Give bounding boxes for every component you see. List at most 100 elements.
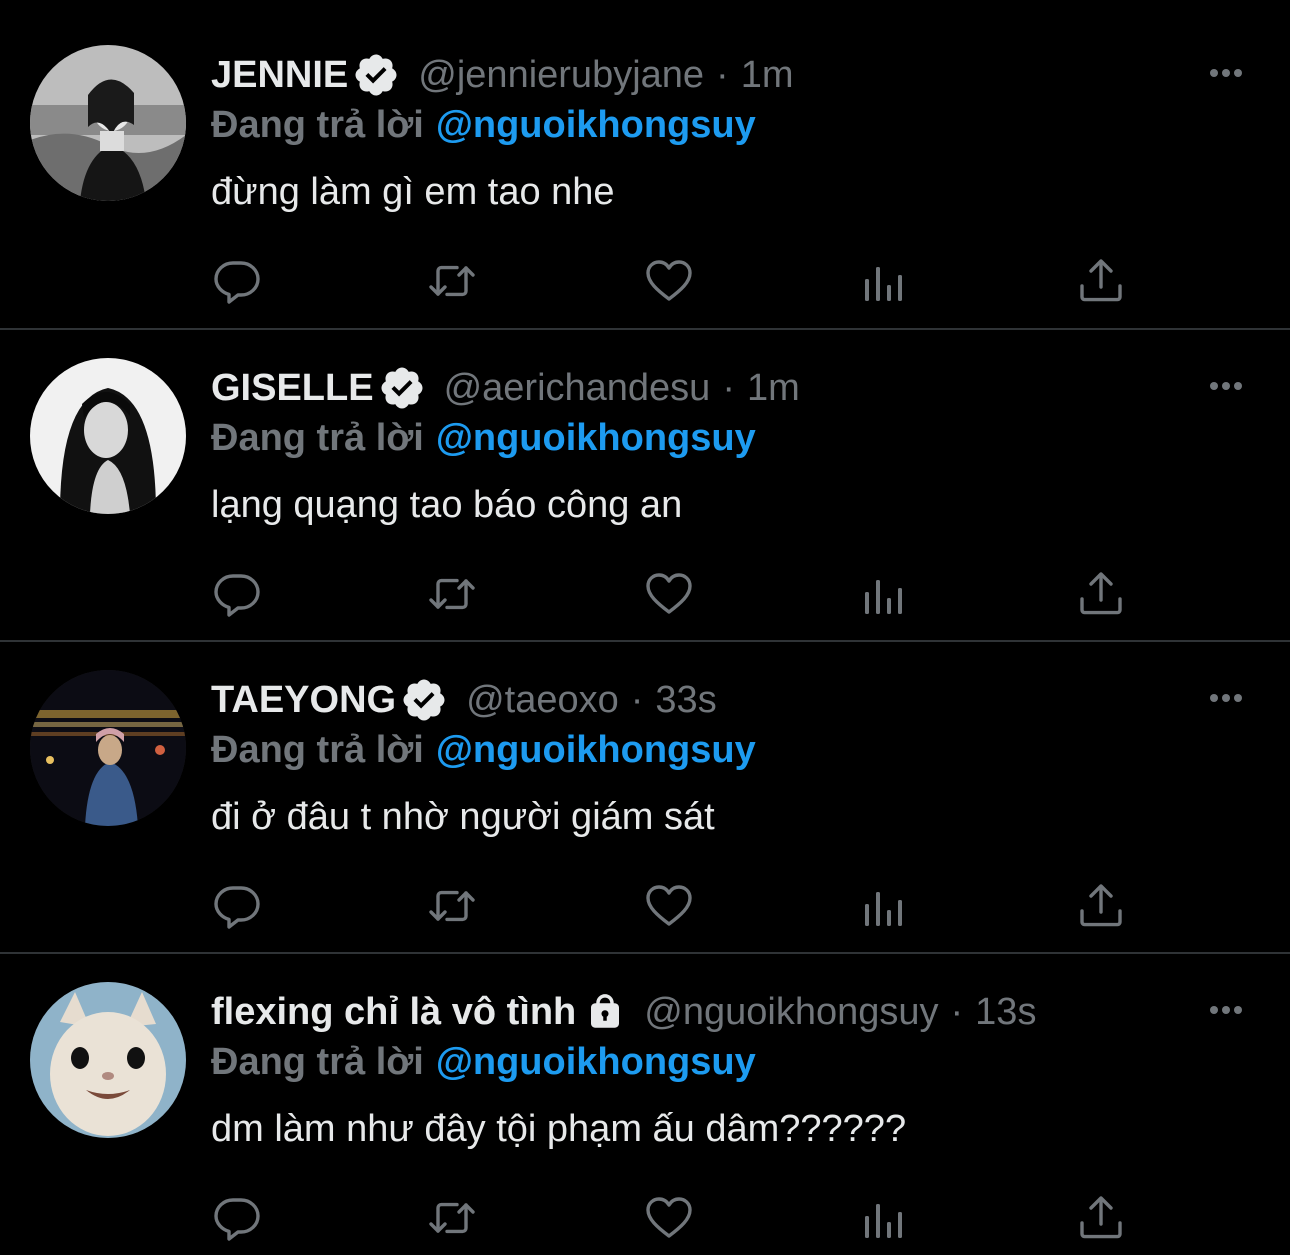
tweet-text: dm làm như đây tội phạm ấu dâm?????? (211, 1108, 907, 1150)
reply-icon (214, 574, 260, 617)
like-button[interactable] (644, 570, 694, 618)
user-handle[interactable]: @jennierubyjane (418, 52, 704, 98)
verified-icon (352, 51, 400, 99)
reply-feed: JENNIE @jennierubyjane · 1m Đang trả lời… (0, 0, 1290, 1255)
avatar[interactable] (30, 982, 186, 1138)
heart-icon (646, 260, 692, 301)
display-name[interactable]: JENNIE (211, 52, 348, 98)
replying-label: Đang trả lời (211, 417, 424, 459)
tweet-header: TAEYONG @taeoxo · 33s (211, 677, 717, 723)
avatar-image (30, 982, 186, 1138)
avatar-image (30, 45, 186, 201)
tweet-text: đi ở đâu t nhờ người giám sát (211, 796, 715, 838)
avatar[interactable] (30, 45, 186, 201)
replying-to: Đang trả lời @nguoikhongsuy (211, 102, 756, 148)
mention-link[interactable]: @nguoikhongsuy (436, 417, 756, 459)
share-button[interactable] (1076, 257, 1126, 305)
user-handle[interactable]: @nguoikhongsuy (644, 989, 938, 1035)
tweet-header: GISELLE @aerichandesu · 1m (211, 365, 800, 411)
retweet-button[interactable] (427, 257, 477, 305)
mention-link[interactable]: @nguoikhongsuy (436, 729, 756, 771)
more-icon[interactable] (1202, 55, 1250, 91)
tweet-header: flexing chỉ là vô tình @nguoikhongsuy · … (211, 989, 1036, 1035)
more-icon[interactable] (1202, 992, 1250, 1028)
replying-to: Đang trả lời @nguoikhongsuy (211, 727, 756, 773)
views-button[interactable] (860, 882, 910, 930)
action-bar (212, 1194, 1132, 1242)
retweet-icon (429, 265, 475, 297)
retweet-icon (429, 890, 475, 922)
verified-icon (378, 364, 426, 412)
avatar-image (30, 358, 186, 514)
replying-to: Đang trả lời @nguoikhongsuy (211, 415, 756, 461)
share-button[interactable] (1076, 1194, 1126, 1242)
views-button[interactable] (860, 257, 910, 305)
retweet-button[interactable] (427, 570, 477, 618)
replying-label: Đang trả lời (211, 1041, 424, 1083)
mention-link[interactable]: @nguoikhongsuy (436, 104, 756, 146)
timestamp[interactable]: 1m (747, 365, 800, 411)
views-button[interactable] (860, 1194, 910, 1242)
analytics-icon (865, 1204, 902, 1238)
user-handle[interactable]: @aerichandesu (444, 365, 711, 411)
separator: · (716, 54, 729, 96)
tweet-text: đừng làm gì em tao nhe (211, 171, 615, 213)
separator: · (630, 679, 644, 721)
separator: · (722, 367, 735, 409)
display-name[interactable]: flexing chỉ là vô tình (211, 989, 576, 1035)
avatar[interactable] (30, 670, 186, 826)
analytics-icon (865, 892, 902, 926)
lock-icon (584, 991, 626, 1033)
reply-icon (214, 1198, 260, 1241)
reply-icon (214, 886, 260, 929)
more-icon[interactable] (1202, 680, 1250, 716)
analytics-icon (865, 580, 902, 614)
tweet[interactable]: TAEYONG @taeoxo · 33s Đang trả lời @nguoi… (0, 642, 1290, 954)
reply-button[interactable] (212, 882, 262, 930)
user-handle[interactable]: @taeoxo (466, 677, 619, 723)
retweet-icon (429, 1202, 475, 1234)
reply-button[interactable] (212, 570, 262, 618)
share-icon (1080, 1196, 1122, 1239)
tweet[interactable]: flexing chỉ là vô tình @nguoikhongsuy · … (0, 954, 1290, 1255)
analytics-icon (865, 267, 902, 301)
heart-icon (646, 885, 692, 926)
like-button[interactable] (644, 882, 694, 930)
mention-link[interactable]: @nguoikhongsuy (436, 1041, 756, 1083)
views-button[interactable] (860, 570, 910, 618)
heart-icon (646, 573, 692, 614)
reply-button[interactable] (212, 1194, 262, 1242)
separator: · (950, 991, 964, 1033)
share-icon (1080, 884, 1122, 927)
replying-label: Đang trả lời (211, 729, 424, 771)
tweet[interactable]: JENNIE @jennierubyjane · 1m Đang trả lời… (0, 17, 1290, 330)
tweet[interactable]: GISELLE @aerichandesu · 1m Đang trả lời @… (0, 330, 1290, 642)
replying-label: Đang trả lời (211, 104, 424, 146)
share-icon (1080, 259, 1122, 302)
share-button[interactable] (1076, 570, 1126, 618)
like-button[interactable] (644, 1194, 694, 1242)
display-name[interactable]: TAEYONG (211, 677, 396, 723)
avatar[interactable] (30, 358, 186, 514)
reply-button[interactable] (212, 257, 262, 305)
display-name[interactable]: GISELLE (211, 365, 374, 411)
tweet-header: JENNIE @jennierubyjane · 1m (211, 52, 794, 98)
verified-icon (400, 676, 448, 724)
heart-icon (646, 1197, 692, 1238)
retweet-icon (429, 578, 475, 610)
action-bar (212, 570, 1132, 618)
tweet-text: lạng quạng tao báo công an (211, 484, 683, 526)
replying-to: Đang trả lời @nguoikhongsuy (211, 1039, 756, 1085)
action-bar (212, 257, 1132, 305)
more-icon[interactable] (1202, 368, 1250, 404)
avatar-image (30, 670, 186, 826)
timestamp[interactable]: 13s (975, 989, 1036, 1035)
like-button[interactable] (644, 257, 694, 305)
share-button[interactable] (1076, 882, 1126, 930)
timestamp[interactable]: 1m (741, 52, 794, 98)
retweet-button[interactable] (427, 1194, 477, 1242)
share-icon (1080, 572, 1122, 615)
timestamp[interactable]: 33s (655, 677, 716, 723)
action-bar (212, 882, 1132, 930)
retweet-button[interactable] (427, 882, 477, 930)
